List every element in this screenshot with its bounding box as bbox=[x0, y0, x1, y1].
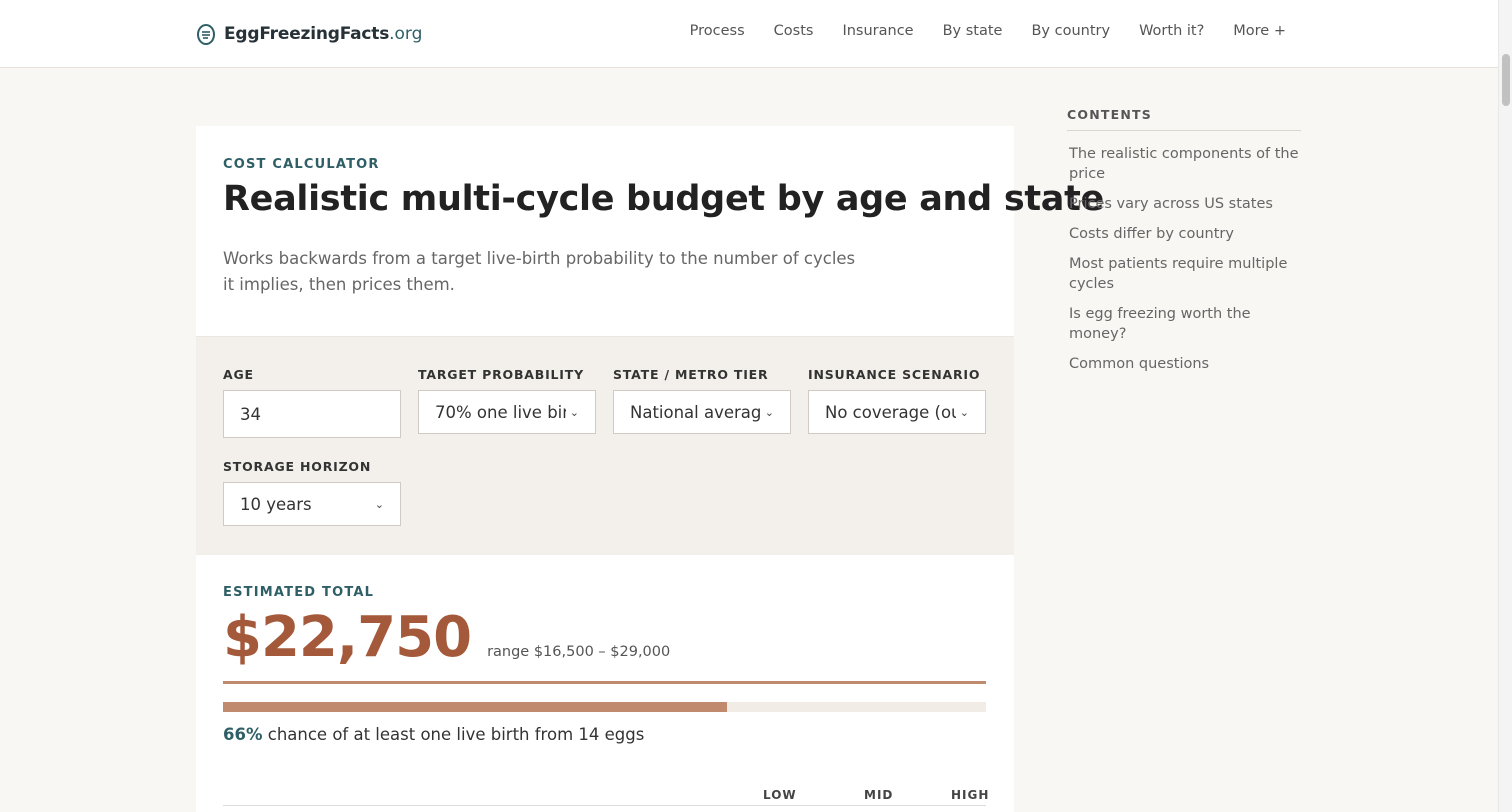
toc-item[interactable]: The realistic components of the price bbox=[1069, 144, 1301, 184]
probability-bar-fill bbox=[223, 702, 727, 712]
divider bbox=[223, 681, 986, 684]
target-probability-label: TARGET PROBABILITY bbox=[418, 367, 584, 382]
insurance-field: INSURANCE SCENARIO No coverage (out of p… bbox=[808, 367, 986, 434]
nav-more[interactable]: More + bbox=[1233, 23, 1286, 39]
storage-horizon-label: STORAGE HORIZON bbox=[223, 459, 372, 474]
age-input[interactable]: 34 bbox=[223, 390, 401, 438]
site-logo[interactable]: EggFreezingFacts.org bbox=[196, 22, 422, 46]
column-low: LOW bbox=[763, 788, 797, 802]
chevron-down-icon: ⌄ bbox=[959, 405, 969, 419]
results-eyebrow: ESTIMATED TOTAL bbox=[223, 585, 375, 600]
page-title: Realistic multi-cycle budget by age and … bbox=[223, 179, 1104, 219]
storage-horizon-field: STORAGE HORIZON 10 years ⌄ bbox=[223, 459, 401, 526]
column-mid: MID bbox=[864, 788, 894, 802]
storage-horizon-select[interactable]: 10 years ⌄ bbox=[223, 482, 401, 526]
state-tier-value: National average bbox=[630, 402, 761, 422]
egg-icon bbox=[196, 23, 216, 45]
total-row: $22,750 range $16,500 – $29,000 bbox=[223, 605, 670, 670]
total-range: range $16,500 – $29,000 bbox=[487, 644, 671, 660]
storage-horizon-value: 10 years bbox=[240, 494, 312, 514]
nav-worth-it[interactable]: Worth it? bbox=[1139, 23, 1204, 39]
toc-item[interactable]: Costs differ by country bbox=[1069, 224, 1301, 244]
insurance-label: INSURANCE SCENARIO bbox=[808, 367, 981, 382]
chevron-down-icon: ⌄ bbox=[764, 405, 774, 419]
probability-percent: 66% bbox=[223, 725, 263, 744]
column-high: HIGH bbox=[951, 788, 990, 802]
target-probability-select[interactable]: 70% one live birth ⌄ bbox=[418, 390, 596, 434]
state-tier-label: STATE / METRO TIER bbox=[613, 367, 769, 382]
toc-list: The realistic components of the price Pr… bbox=[1067, 144, 1301, 374]
nav-insurance[interactable]: Insurance bbox=[842, 23, 913, 39]
estimated-total: $22,750 bbox=[223, 605, 472, 670]
age-field: AGE 34 bbox=[223, 367, 401, 438]
chevron-down-icon: ⌄ bbox=[569, 405, 579, 419]
table-of-contents: CONTENTS The realistic components of the… bbox=[1067, 107, 1301, 384]
target-probability-value: 70% one live birth bbox=[435, 402, 566, 422]
nav-by-country[interactable]: By country bbox=[1031, 23, 1110, 39]
logo-tld-text: .org bbox=[389, 24, 423, 44]
calculator-intro: Works backwards from a target live-birth… bbox=[223, 249, 856, 294]
insurance-select[interactable]: No coverage (out of pocket) ⌄ bbox=[808, 390, 986, 434]
main-nav: Process Costs Insurance By state By coun… bbox=[690, 23, 1286, 39]
toc-item[interactable]: Prices vary across US states bbox=[1069, 194, 1301, 214]
calculator-controls: AGE 34 TARGET PROBABILITY 70% one live b… bbox=[196, 337, 1014, 555]
page-scrollbar[interactable] bbox=[1498, 0, 1512, 812]
age-label: AGE bbox=[223, 367, 254, 382]
calculator-card: COST CALCULATOR Realistic multi-cycle bu… bbox=[196, 126, 1104, 337]
insurance-value: No coverage (out of pocket) bbox=[825, 402, 956, 422]
calculator-eyebrow: COST CALCULATOR bbox=[223, 157, 380, 172]
probability-bar bbox=[223, 702, 986, 712]
table-header-divider bbox=[223, 805, 986, 806]
probability-line: 66% chance of at least one live birth fr… bbox=[223, 725, 644, 744]
toc-item[interactable]: Is egg freezing worth the money? bbox=[1069, 304, 1301, 344]
nav-process[interactable]: Process bbox=[690, 23, 745, 39]
toc-item[interactable]: Common questions bbox=[1069, 354, 1301, 374]
toc-title: CONTENTS bbox=[1067, 107, 1301, 131]
results-panel: ESTIMATED TOTAL $22,750 range $16,500 – … bbox=[196, 555, 1014, 812]
state-tier-select[interactable]: National average ⌄ bbox=[613, 390, 791, 434]
nav-costs[interactable]: Costs bbox=[774, 23, 814, 39]
toc-item[interactable]: Most patients require multiple cycles bbox=[1069, 254, 1301, 294]
logo-main-text: EggFreezingFacts bbox=[224, 24, 390, 44]
age-value: 34 bbox=[240, 404, 261, 424]
site-header: EggFreezingFacts.org Process Costs Insur… bbox=[0, 0, 1498, 68]
state-tier-field: STATE / METRO TIER National average ⌄ bbox=[613, 367, 791, 434]
target-probability-field: TARGET PROBABILITY 70% one live birth ⌄ bbox=[418, 367, 596, 434]
scrollbar-thumb[interactable] bbox=[1502, 54, 1510, 106]
nav-by-state[interactable]: By state bbox=[943, 23, 1003, 39]
probability-text: chance of at least one live birth from 1… bbox=[267, 725, 645, 744]
chevron-down-icon: ⌄ bbox=[374, 497, 384, 511]
